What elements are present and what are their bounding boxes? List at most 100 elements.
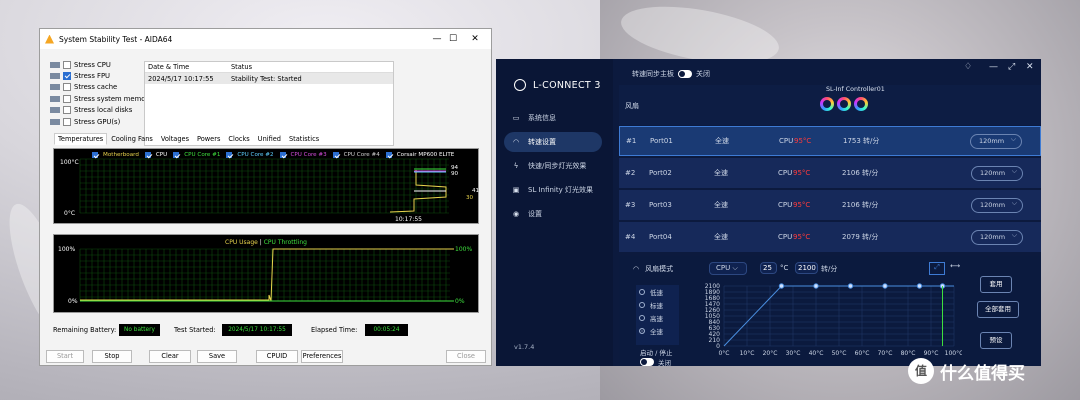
stress-option[interactable]: Stress CPU [50,59,152,70]
test-started-value: 2024/5/17 10:17:55 [222,324,292,336]
fan-mode-option[interactable]: 标速 [636,298,679,311]
port-mode: 全速 [714,233,728,241]
port-row[interactable]: #1 Port01 全速 CPU 95°C 1753 转/分 120mm [619,126,1041,156]
curve-point[interactable] [813,283,819,289]
stress-option[interactable]: Stress system memory [50,93,152,104]
checkbox[interactable] [63,94,71,103]
close-icon[interactable]: ✕ [1026,62,1034,72]
curve-temp-input[interactable]: 25 [760,262,777,274]
port-row[interactable]: #2 Port02 全速 CPU 95°C 2106 转/分 120mm [619,158,1041,188]
sync-toggle[interactable] [678,70,692,78]
radio[interactable] [639,288,645,295]
stress-option[interactable]: Stress local disks [50,105,152,116]
port-src: CPU [778,169,793,177]
start-button[interactable]: Start [46,350,84,363]
port-name: Port04 [649,233,672,241]
nav-fan-speed[interactable]: ◠ 转速设置 [504,132,602,152]
tab-unified[interactable]: Unified [254,133,285,145]
usage-ymax-right: 100% [455,246,473,253]
save-button[interactable]: Save [197,350,237,363]
curve-temp-unit: °C [780,264,789,272]
curve-point[interactable] [778,283,785,289]
tab-temperatures[interactable]: Temperatures [54,133,108,145]
smzdm-logo-icon: 值 [908,358,934,384]
port-mode: 全速 [714,201,728,209]
close-icon[interactable]: ✕ [468,32,482,46]
fan-size-select[interactable]: 120mm [971,197,1023,213]
lconnect-window: L-CONNECT 3 ▭ 系统信息 ◠ 转速设置 ϟ 快速/同步灯光效果 ▣ SL Infi… [496,59,1041,366]
stop-button[interactable]: Stop [92,350,132,363]
apply-all-button[interactable]: 全部套用 [977,301,1019,318]
checkbox[interactable] [63,60,71,69]
battery-label: Remaining Battery: [53,326,117,334]
usage-ymin-left: 0% [68,298,78,305]
checkbox[interactable] [63,117,71,126]
checkbox[interactable] [63,106,71,115]
apply-button[interactable]: 套用 [980,276,1012,293]
aida-titlebar[interactable]: System Stability Test - AIDA64 [40,29,491,49]
maximize-icon[interactable]: ☐ [446,32,460,46]
stress-option-label: Stress FPU [74,72,111,81]
curve-mode-icon[interactable]: ⤢ [929,262,945,275]
port-temp: 95°C [793,233,811,241]
hardware-icon [50,73,60,80]
curve-point[interactable] [916,283,923,289]
table-row[interactable]: 2024/5/17 10:17:55 Stability Test: Start… [145,73,393,84]
stress-option[interactable]: Stress FPU [50,70,152,81]
fullscreen-icon[interactable]: ⤢ [1008,62,1015,72]
tab-voltages[interactable]: Voltages [157,133,193,145]
port-row[interactable]: #4 Port04 全速 CPU 95°C 2079 转/分 120mm [619,222,1041,252]
start-stop-label: 启动 / 停止 [640,349,673,357]
start-stop-state: 关闭 [658,359,671,366]
cpuid-button[interactable]: CPUID [256,350,298,363]
elapsed-value: 00:05:24 [365,324,408,336]
fan-mode-option[interactable]: 低速 [636,285,679,298]
fan-col-label: 风扇 [625,102,639,110]
curve-rpm-input[interactable]: 2100 [795,262,818,274]
checkbox[interactable] [63,72,71,81]
close-button[interactable]: Close [446,350,486,363]
lc-sidebar: L-CONNECT 3 ▭ 系统信息 ◠ 转速设置 ϟ 快速/同步灯光效果 ▣ SL Infi… [496,59,613,366]
preferences-button[interactable]: Preferences [301,350,343,363]
temp-value-41: 41 [472,188,480,194]
nav-infinity[interactable]: ▣ SL Infinity 灯光效果 [504,180,602,200]
radio[interactable] [639,301,645,308]
stress-option[interactable]: Stress GPU(s) [50,116,152,127]
port-name: Port01 [650,137,673,145]
nav-label: 快速/同步灯光效果 [528,162,587,170]
tab-statistics[interactable]: Statistics [285,133,323,145]
start-stop-toggle[interactable] [640,358,654,366]
nav-label: 设置 [528,210,542,218]
port-row[interactable]: #3 Port03 全速 CPU 95°C 2106 转/分 120mm [619,190,1041,220]
minimize-icon[interactable]: — [989,62,998,72]
curve-point[interactable] [882,283,888,289]
checkbox[interactable] [63,83,71,92]
tab-cooling-fans[interactable]: Cooling Fans [107,133,157,145]
stress-option[interactable]: Stress cache [50,82,152,93]
nav-lightning[interactable]: ϟ 快速/同步灯光效果 [504,156,602,176]
aida-flame-icon [45,34,54,44]
fan-size-select[interactable]: 120mm [970,133,1022,149]
fan-size-select[interactable]: 120mm [971,229,1023,245]
controller-name: SL-Inf Controller01 [826,86,885,93]
nav-settings[interactable]: ◉ 设置 [504,204,602,224]
lightbulb-icon[interactable]: ♢ [964,62,972,72]
preset-button[interactable]: 预设 [980,332,1012,349]
fan-mode-option[interactable]: 高速 [636,311,679,324]
hardware-icon [50,95,60,102]
curve-source-select[interactable]: CPU ⌵ [709,262,747,275]
hardware-icon [50,107,60,114]
flat-mode-icon[interactable]: ⟷ [947,262,963,275]
fan-size-select[interactable]: 120mm [971,165,1023,181]
minimize-icon[interactable]: — [430,32,444,46]
radio[interactable] [639,327,645,334]
nav-monitor[interactable]: ▭ 系统信息 [504,108,602,128]
fan-mode-option[interactable]: 全速 [636,324,679,337]
port-rpm: 1753 转/分 [843,137,880,145]
tab-clocks[interactable]: Clocks [224,133,253,145]
port-src: CPU [779,137,794,145]
curve-point[interactable] [847,283,854,289]
radio[interactable] [639,314,645,321]
clear-button[interactable]: Clear [149,350,191,363]
tab-powers[interactable]: Powers [193,133,224,145]
